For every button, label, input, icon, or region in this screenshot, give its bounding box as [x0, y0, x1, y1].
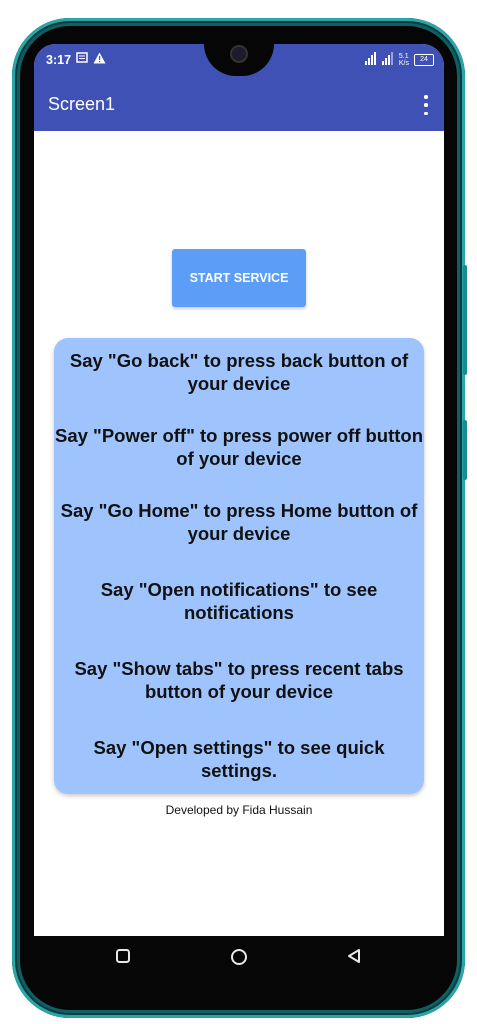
front-camera	[230, 45, 248, 63]
app-title: Screen1	[48, 94, 116, 114]
developer-credit: Developed by Fida Hussain	[165, 803, 313, 817]
power-key	[463, 420, 467, 480]
status-icons-left	[76, 52, 106, 67]
instruction-power-off: Say "Power off" to press power off butto…	[54, 425, 424, 469]
back-icon[interactable]	[346, 948, 362, 969]
instructions-card: Say "Go back" to press back button of yo…	[54, 338, 424, 794]
home-icon[interactable]	[230, 948, 248, 971]
status-time: 3:17	[46, 53, 72, 67]
navigation-bar	[34, 936, 444, 982]
instruction-go-back: Say "Go back" to press back button of yo…	[69, 350, 409, 394]
warning-icon	[93, 52, 106, 67]
battery-icon: 24	[414, 54, 434, 66]
message-icon	[76, 52, 88, 67]
instruction-open-settings: Say "Open settings" to see quick setting…	[93, 737, 385, 781]
signal-icon	[364, 52, 377, 68]
overflow-menu-icon[interactable]	[422, 95, 430, 115]
signal-bars-icon	[381, 52, 394, 68]
instruction-go-home: Say "Go Home" to press Home button of yo…	[60, 500, 418, 544]
instruction-open-notifications: Say "Open notifications" to see notifica…	[100, 579, 378, 623]
recents-icon[interactable]	[115, 948, 131, 969]
status-icons-right: 5.1 K/s 24	[364, 52, 434, 68]
app-bar: Screen1	[34, 79, 444, 131]
screen: 3:17 5.1 K/s 24 Screen1 START SERVICE Sa…	[34, 44, 444, 964]
data-speed-icon: 5.1 K/s	[398, 53, 409, 67]
status-bar: 3:17 5.1 K/s 24	[34, 44, 444, 79]
instruction-show-tabs: Say "Show tabs" to press recent tabs but…	[74, 658, 404, 702]
volume-key	[463, 265, 467, 375]
start-service-button[interactable]: START SERVICE	[172, 249, 306, 307]
